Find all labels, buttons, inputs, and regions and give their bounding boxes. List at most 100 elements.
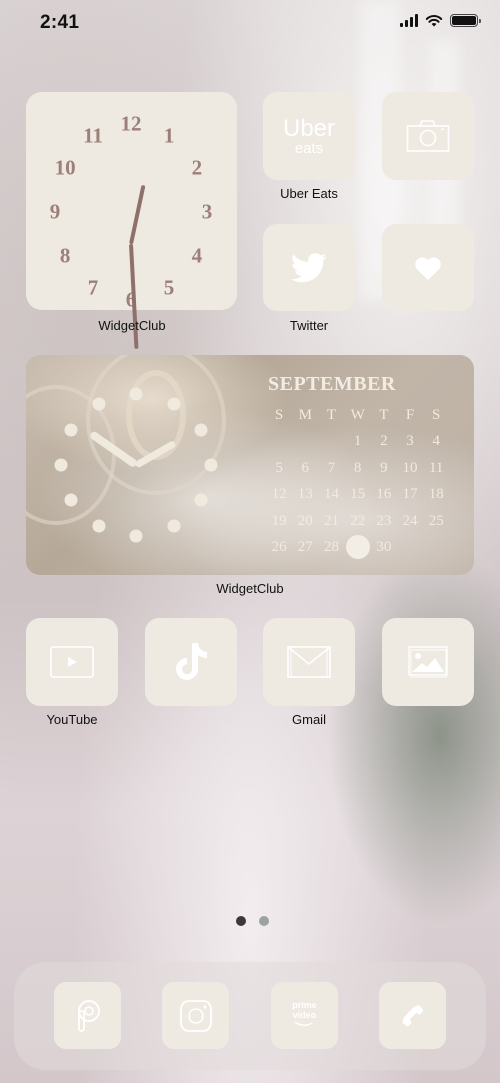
calendar-day[interactable]: 19 [266,508,292,534]
calendar-weekday-header: M [298,407,312,423]
status-time: 2:41 [40,12,80,33]
status-bar: 2:41 [0,0,500,50]
photo-clock-hour-dot [54,458,68,472]
calendar-blank-cell [318,428,344,454]
app-tiktok[interactable] [145,618,237,706]
calendar-day[interactable]: 8 [345,455,371,481]
dock-app-prime-video[interactable]: prime video [271,982,338,1049]
clock-numeral-2: 2 [191,155,203,180]
calendar-day[interactable]: 4 [423,428,449,454]
clock-numeral-5: 5 [163,275,175,300]
app-youtube-label: YouTube [46,712,98,727]
picsart-p-icon [77,999,100,1032]
calendar-day[interactable]: 30 [371,534,397,560]
clock-numeral-7: 7 [87,275,99,300]
mirror-decoration [126,370,186,460]
dock: prime video [14,962,486,1070]
app-uber-eats-label: Uber Eats [280,186,338,201]
app-photos[interactable] [382,618,474,706]
calendar-day[interactable]: 6 [292,455,318,481]
app-uber-eats[interactable]: Uber eats [263,92,355,180]
calendar-day[interactable]: 13 [292,481,318,507]
calendar-photo-widget[interactable]: SEPTEMBER S M T W T F S 1 2 3 4 5 6 7 8 9 10 11 12 13 14 15 16… [26,355,474,575]
calendar-weekday-header: T [379,407,389,423]
calendar-day[interactable]: 7 [318,455,344,481]
prime-video-icon-subtext: video [292,1009,317,1020]
calendar-day[interactable]: 20 [292,508,318,534]
page-indicator-dot[interactable] [259,916,269,926]
calendar-day[interactable]: 10 [397,455,423,481]
calendar-day[interactable]: 16 [371,481,397,507]
clock-numeral-10: 10 [54,155,76,180]
photo-clock-hour-dot [92,397,105,411]
calendar-day[interactable]: 22 [345,508,371,534]
calendar-day[interactable]: 25 [423,508,449,534]
calendar-month: SEPTEMBER [268,373,396,395]
calendar-weekday-header: T [326,407,337,423]
wifi-icon [425,15,443,27]
calendar-day[interactable]: 18 [423,481,449,507]
app-gmail[interactable] [263,618,355,706]
clock-numeral-3: 3 [201,199,213,224]
uber-eats-icon-wordmark: Uber [282,114,336,142]
calendar-weekday-header: S [274,407,284,423]
photos-image-icon [408,646,448,678]
calendar-day[interactable]: 9 [371,455,397,481]
app-gmail-label: Gmail [292,712,326,727]
app-twitter-label: Twitter [289,318,329,333]
mail-envelope-icon [287,646,331,678]
uber-eats-icon-subtext: eats [294,139,324,157]
calendar-day-today[interactable] [345,534,371,560]
calendar-day[interactable]: 17 [397,481,423,507]
photo-clock-hour-dot [194,493,208,507]
calendar-day[interactable]: 21 [318,508,344,534]
calendar-day[interactable]: 24 [397,508,423,534]
status-icons [400,14,481,27]
calendar-weekday-header: S [432,407,441,423]
calendar-day[interactable]: 14 [318,481,344,507]
calendar-widget-label: WidgetClub [216,581,284,596]
calendar-blank-cell [292,428,318,454]
photo-clock-hour-dot [129,529,143,543]
clock-hour-hand [129,184,146,245]
camera-icon [406,120,450,152]
calendar-day[interactable]: 27 [292,534,318,560]
app-camera[interactable] [382,92,474,180]
calendar-day[interactable]: 15 [345,481,371,507]
calendar-weekday-header: F [405,407,415,423]
dock-app-picsart[interactable] [54,982,121,1049]
clock-widget[interactable]: 121234567891011 [26,92,237,349]
dock-app-instagram[interactable] [162,982,229,1049]
calendar-day[interactable]: 11 [423,455,449,481]
clock-numeral-11: 11 [83,123,103,148]
uber-eats-icon: Uber eats [282,114,336,157]
dock-app-phone[interactable] [379,982,446,1049]
calendar-day[interactable]: 5 [266,455,292,481]
photo-clock-hour-dot [167,519,180,533]
youtube-play-icon [50,646,94,678]
clock-widget-label: WidgetClub [98,318,166,333]
calendar-day[interactable]: 1 [345,428,371,454]
calendar-day[interactable]: 23 [371,508,397,534]
calendar-weekday-header: W [350,407,365,423]
calendar-day[interactable]: 28 [318,534,344,560]
tiktok-note-icon [176,643,207,680]
calendar-day[interactable]: 2 [371,428,397,454]
clock-numeral-9: 9 [49,199,61,224]
app-youtube[interactable] [26,618,118,706]
app-health[interactable] [382,224,474,311]
calendar-day[interactable]: 12 [266,481,292,507]
instagram-camera-icon [179,999,212,1032]
clock-numeral-4: 4 [191,243,203,268]
photo-clock-hour-dot [64,493,78,507]
calendar-day[interactable]: 3 [397,428,423,454]
photo-clock-hour-dot [92,519,105,533]
clock-numeral-1: 1 [163,123,175,148]
photo-clock-hour-dot [64,423,78,437]
prime-smile-icon [295,1021,313,1027]
heart-icon [415,256,441,280]
calendar-day[interactable]: 26 [266,534,292,560]
page-indicator-dot-active[interactable] [236,916,246,926]
photo-clock-hour-dot [204,458,218,472]
app-twitter[interactable] [263,224,355,311]
